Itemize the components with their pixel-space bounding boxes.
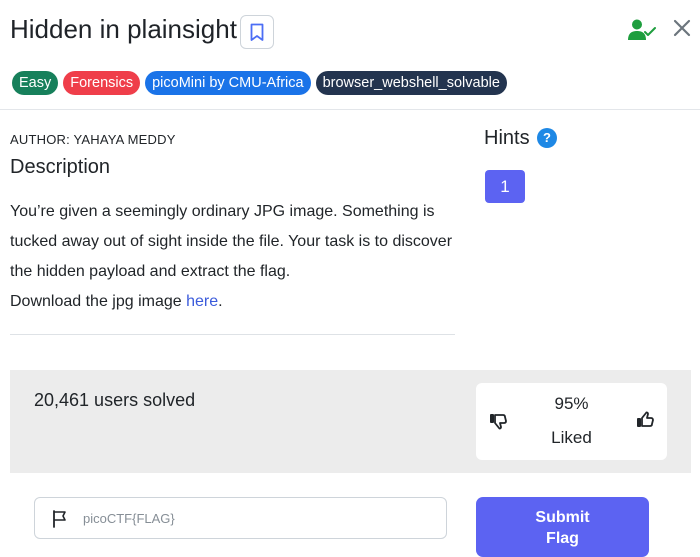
challenge-title: Hidden in plainsight [10, 14, 237, 44]
tag-difficulty[interactable]: Easy [12, 71, 59, 95]
user-check-icon [628, 19, 656, 40]
hint-button-1[interactable]: 1 [485, 170, 525, 203]
description-body: You’re given a seemingly ordinary JPG im… [10, 197, 465, 317]
submit-label-line2: Flag [546, 530, 579, 547]
hints-title: Hints [484, 127, 530, 149]
header-divider [0, 109, 700, 110]
flag-input-container [34, 497, 447, 539]
thumbs-up-icon[interactable] [636, 410, 656, 430]
flag-icon [53, 510, 66, 528]
bookmark-button[interactable] [240, 15, 274, 49]
download-suffix: . [218, 293, 223, 310]
description-divider [10, 334, 455, 335]
close-icon[interactable] [672, 16, 692, 40]
like-card: 95% Liked [476, 383, 667, 460]
tag-event[interactable]: picoMini by CMU-Africa [145, 71, 311, 95]
description-title: Description [10, 156, 111, 178]
help-icon[interactable]: ? [537, 128, 557, 148]
tag-list: Easy Forensics picoMini by CMU-Africa br… [12, 71, 507, 95]
bookmark-icon [250, 23, 264, 41]
tag-webshell[interactable]: browser_webshell_solvable [315, 71, 507, 95]
download-link[interactable]: here [186, 293, 218, 310]
submit-label-line1: Submit [535, 509, 590, 526]
submit-flag-button[interactable]: Submit Flag [476, 497, 649, 557]
liked-label: Liked [551, 428, 592, 447]
tag-category[interactable]: Forensics [63, 71, 141, 95]
download-prefix: Download the jpg image [10, 293, 187, 310]
solved-count: 20,461 users solved [34, 390, 196, 410]
author-label: AUTHOR: YAHAYA MEDDY [10, 132, 176, 147]
flag-input[interactable] [83, 504, 433, 532]
description-text: You’re given a seemingly ordinary JPG im… [10, 203, 453, 280]
